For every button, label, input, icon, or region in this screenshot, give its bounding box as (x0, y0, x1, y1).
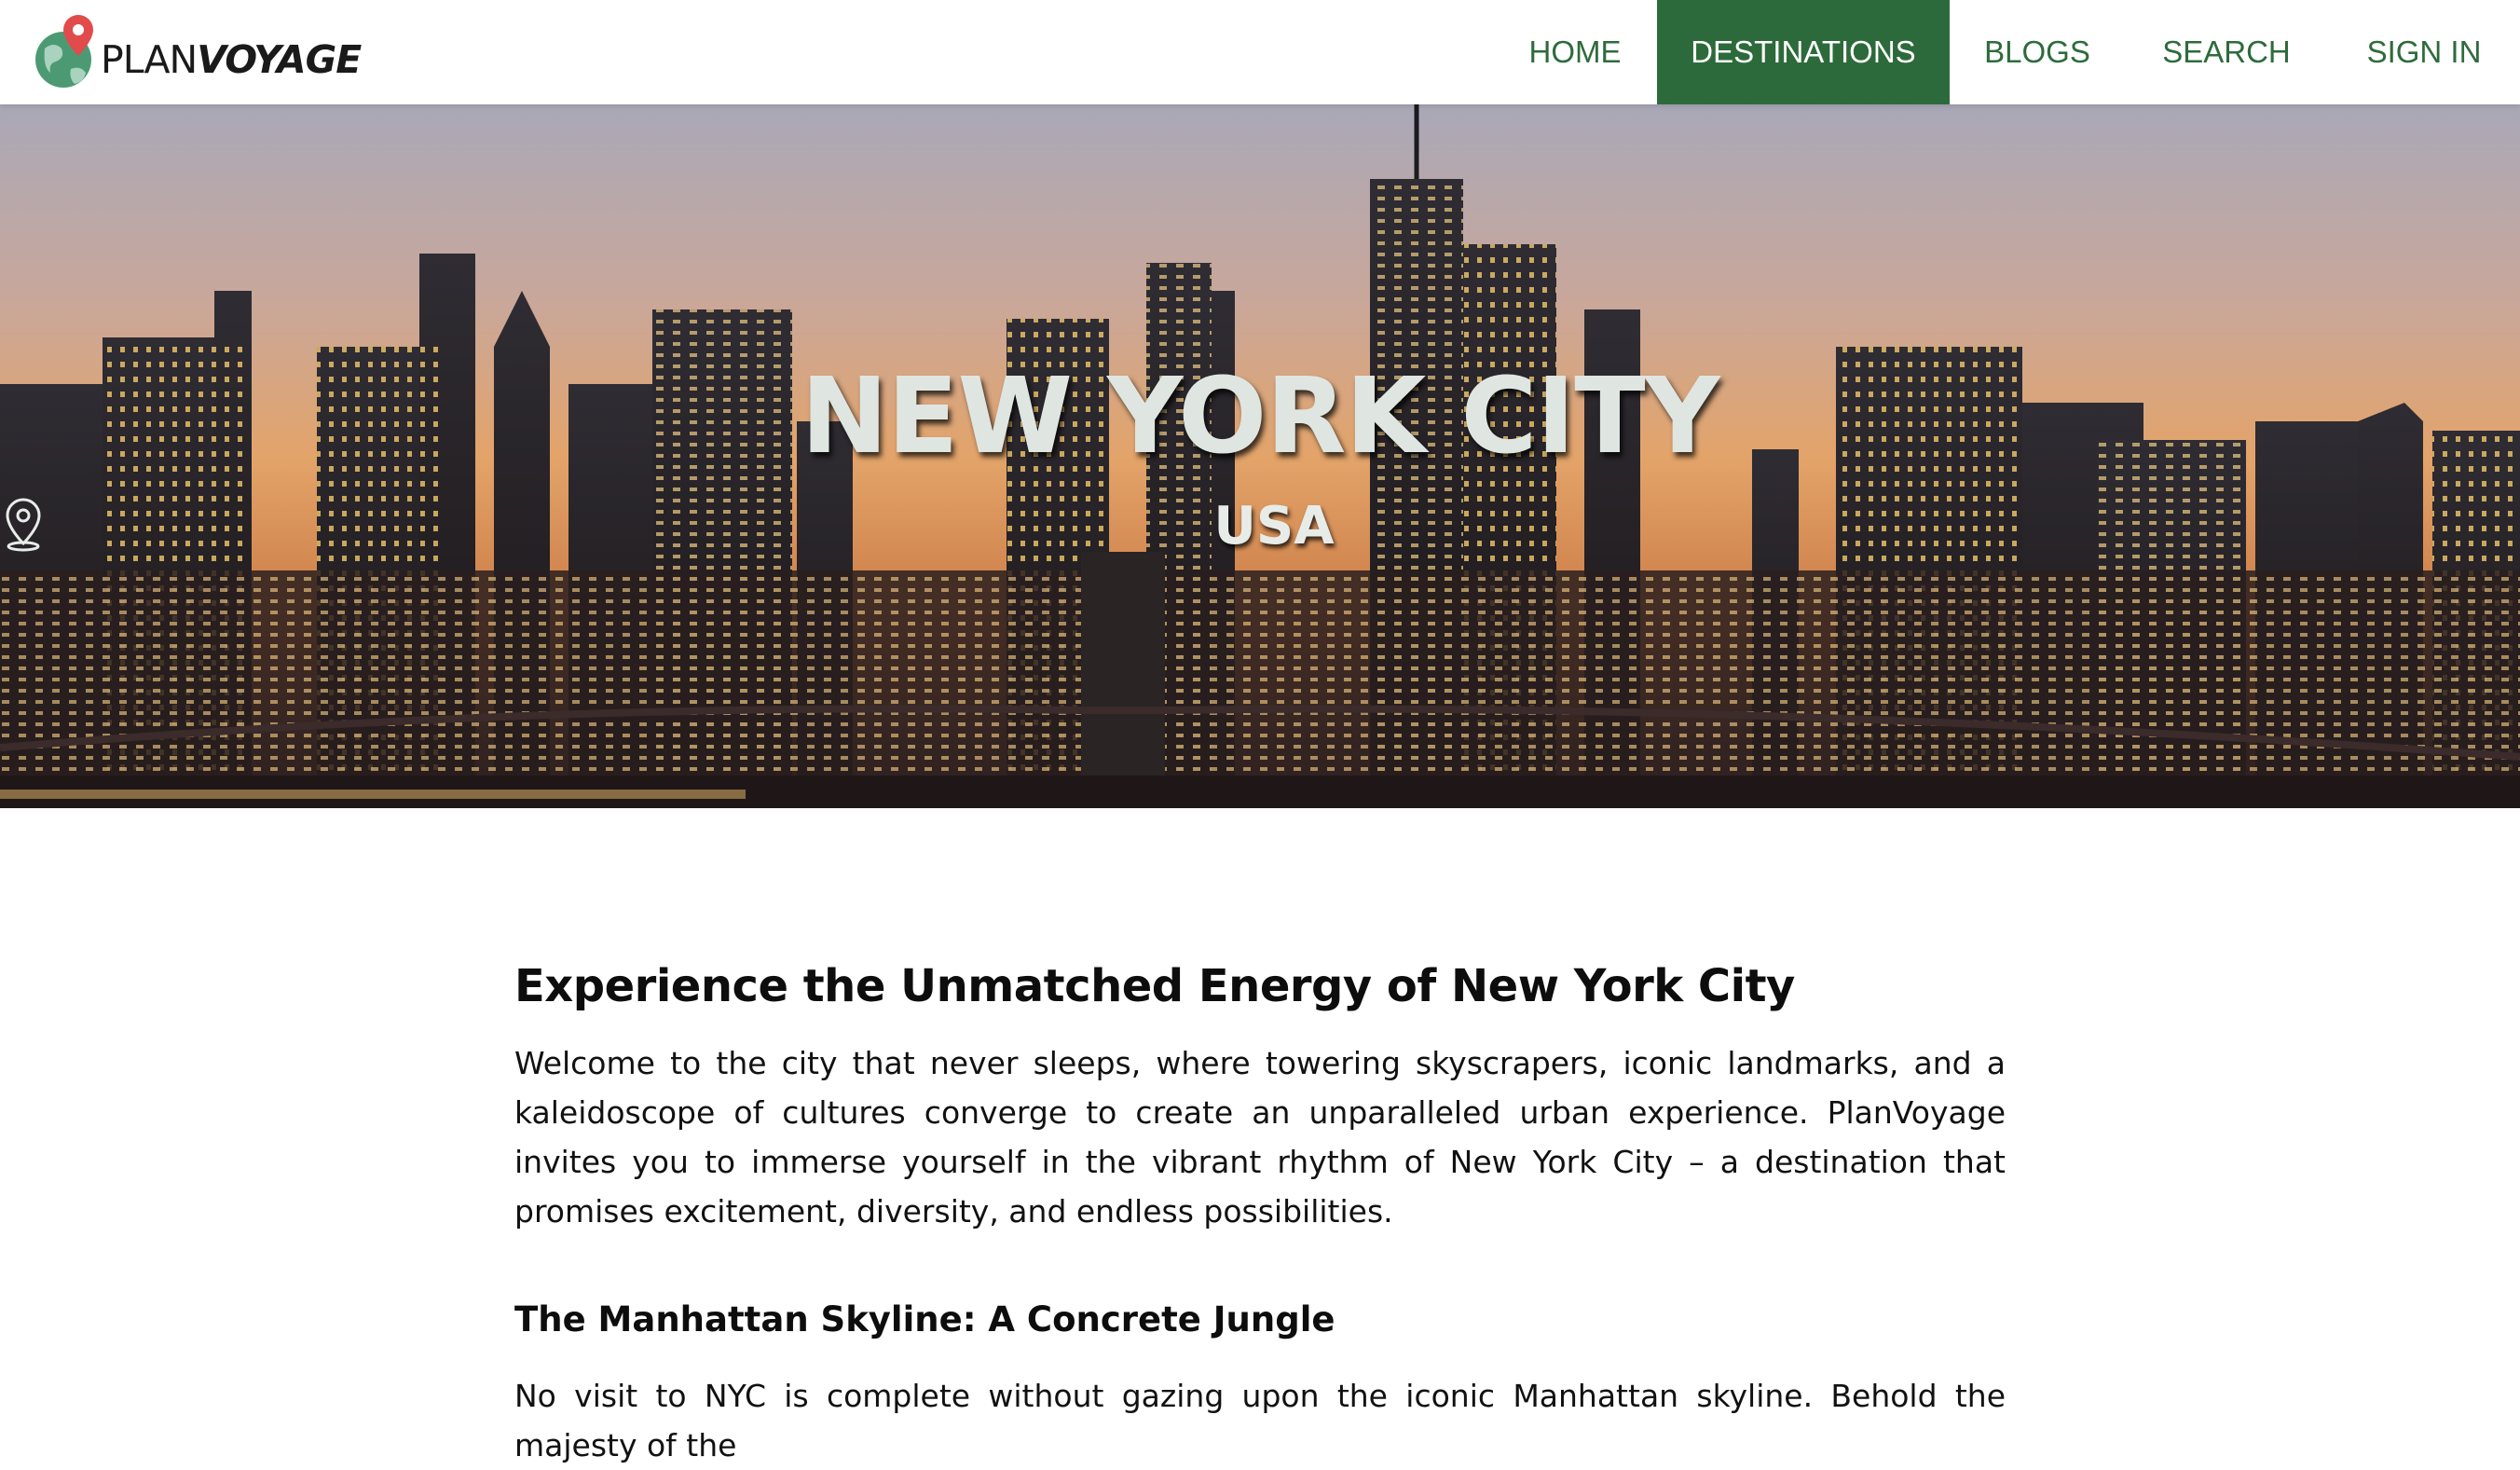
nav-home-link[interactable]: HOME (1493, 0, 1657, 104)
main-menu: HOME DESTINATIONS BLOGS SEARCH SIGN IN (1493, 0, 2520, 104)
destination-country: USA (1213, 496, 1335, 556)
globe-pin-icon (34, 13, 99, 91)
nav-destinations-link[interactable]: DESTINATIONS (1657, 0, 1950, 104)
brand-name: PLANVOYAGE (101, 37, 362, 82)
top-navigation-bar: PLANVOYAGE HOME DESTINATIONS BLOGS SEARC… (0, 0, 2520, 104)
hero-banner: NEW YORK CITY USA (0, 104, 2520, 808)
nav-sign-in-link[interactable]: SIGN IN (2328, 0, 2520, 104)
planvoyage-logo[interactable]: PLANVOYAGE (34, 13, 362, 91)
destination-location: USA (0, 496, 2520, 556)
section-paragraph: No visit to NYC is complete without gazi… (514, 1378, 2006, 1463)
nav-blogs-link[interactable]: BLOGS (1950, 0, 2125, 104)
nav-search-link[interactable]: SEARCH (2125, 0, 2328, 104)
destination-article: Experience the Unmatched Energy of New Y… (514, 960, 2006, 1470)
destination-title: NEW YORK CITY (801, 356, 1719, 477)
article-intro-paragraph: Welcome to the city that never sleeps, w… (514, 1045, 2006, 1230)
section-heading: The Manhattan Skyline: A Concrete Jungle (514, 1299, 1335, 1339)
article-heading: Experience the Unmatched Energy of New Y… (514, 960, 1795, 1012)
